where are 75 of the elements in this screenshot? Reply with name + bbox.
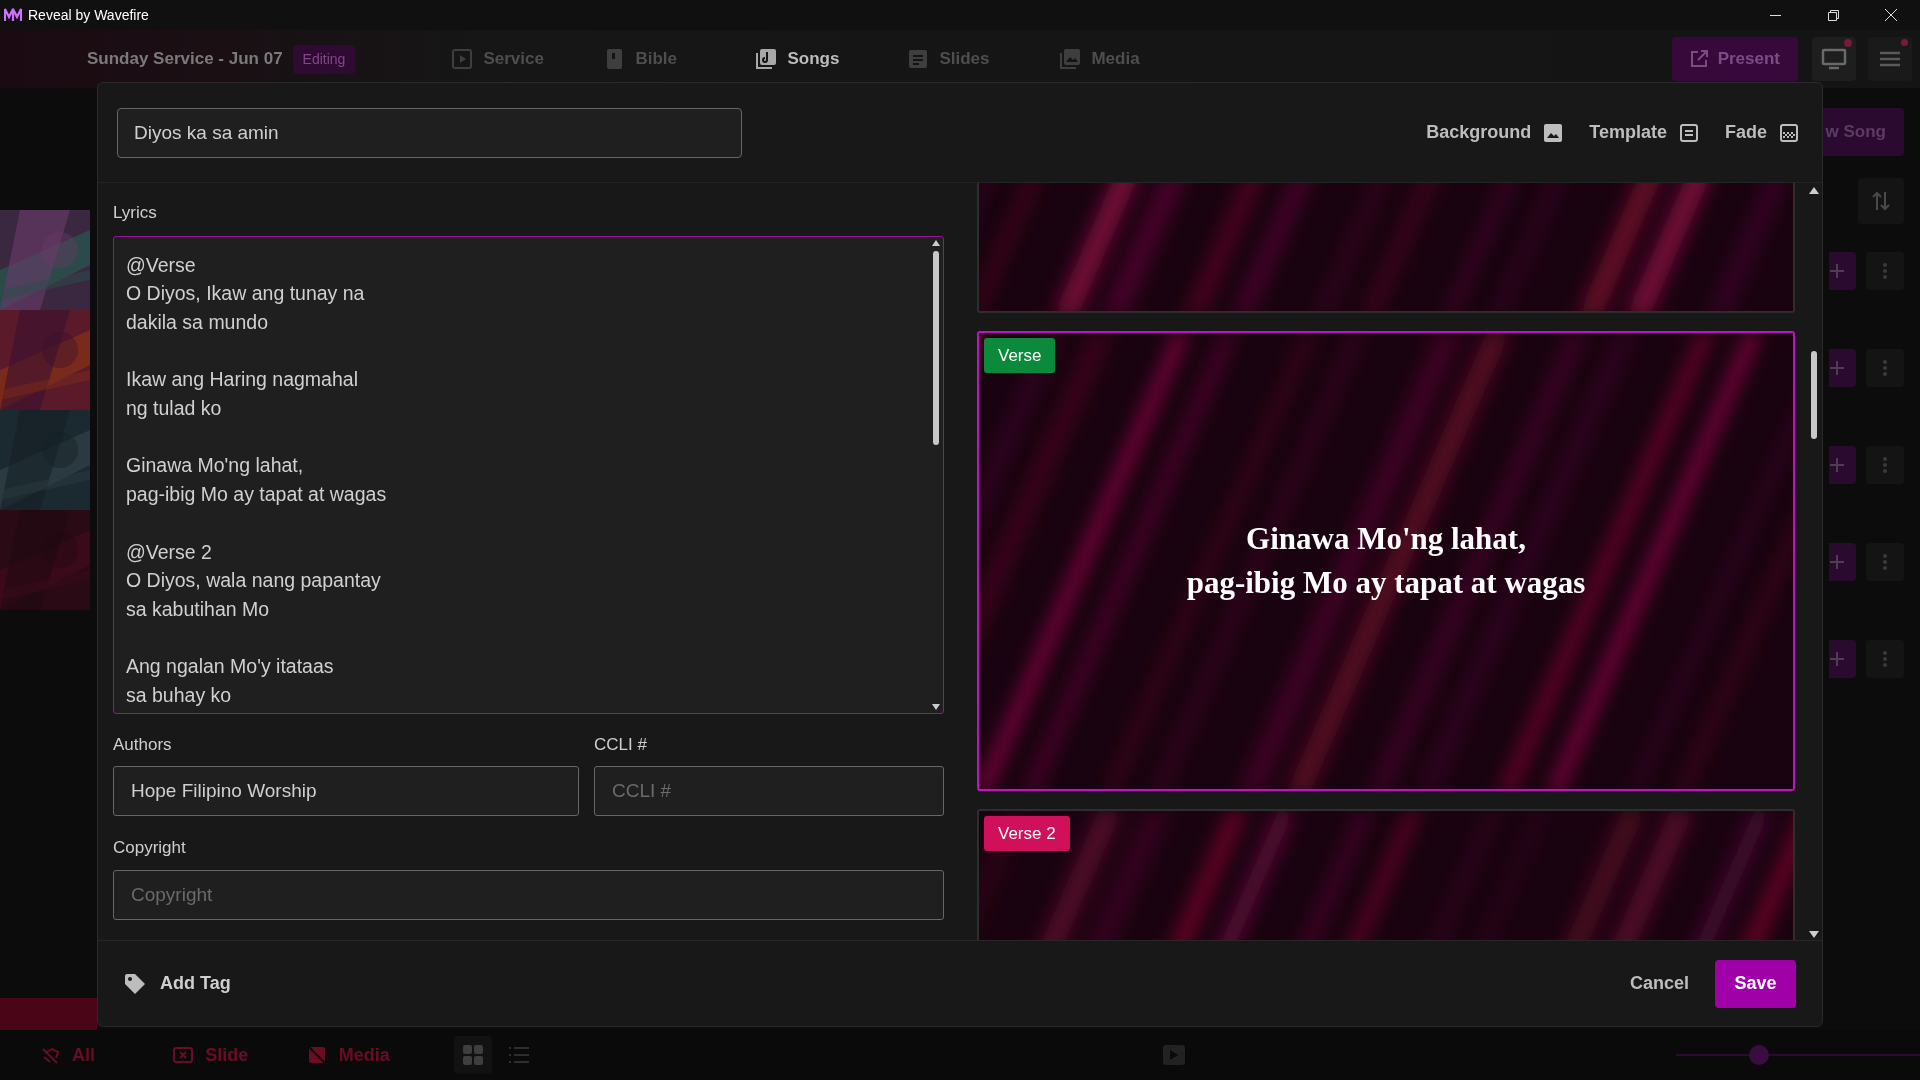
lyrics-field[interactable]: @Verse O Diyos, Ikaw ang tunay na dakila sa mundo Ikaw ang Haring nagmahal ng tulad ko Ginawa Mo'ng lahat, pag-ibig Mo ay tapat at wagas @Verse 2 O Diyos, wala nang papantay sa kabutihan Mo Ang ngalan Mo'y itataas sa buhay ko: [113, 235, 944, 714]
service-icon: [451, 48, 474, 70]
more-icon: [1883, 457, 1887, 473]
play-icon: [1170, 1050, 1178, 1060]
more-button[interactable]: [1866, 640, 1904, 678]
close-icon: [1885, 9, 1897, 21]
sort-icon: [1872, 190, 1890, 212]
more-button[interactable]: [1866, 543, 1904, 581]
window-title: Reveal by Wavefire: [28, 5, 149, 25]
image-icon: [1543, 122, 1564, 143]
slides-icon: [907, 48, 930, 70]
more-button[interactable]: [1866, 349, 1904, 387]
scroll-up-icon[interactable]: [1809, 187, 1819, 194]
slide-lyrics: Ginawa Mo'ng lahat, pag-ibig Mo ay tapat at wagas: [1186, 520, 1586, 602]
tag-icon: [124, 972, 146, 995]
template-icon: [1679, 122, 1699, 143]
menu-icon: [1879, 50, 1901, 68]
more-button[interactable]: [1866, 252, 1904, 290]
media-filter-icon: [306, 1045, 327, 1065]
menu-button[interactable]: [1868, 37, 1912, 81]
ccli-field[interactable]: CCLI #: [594, 766, 944, 816]
add-button[interactable]: [1829, 446, 1856, 484]
copyright-label: Copyright: [113, 837, 186, 859]
add-button[interactable]: [1829, 252, 1856, 290]
lyrics-label: Lyrics: [113, 202, 157, 224]
slide-preview[interactable]: Verse Ginawa Mo'ng lahat, pag-ibig Mo ay tapat at wagas: [977, 331, 1795, 791]
play-button[interactable]: [1163, 1045, 1185, 1065]
list-icon: [508, 1044, 530, 1066]
slide-label: Verse 2: [984, 816, 1070, 851]
grid-icon: [462, 1044, 484, 1066]
app-logo-icon: [4, 8, 22, 22]
add-button[interactable]: [1829, 349, 1856, 387]
grid-view-button[interactable]: [454, 1036, 492, 1074]
ccli-label: CCLI #: [594, 733, 647, 756]
song-title-field[interactable]: Diyos ka sa amin: [117, 107, 742, 158]
all-filter-icon: [40, 1045, 60, 1065]
slide-label: Verse: [984, 338, 1056, 373]
service-title: Sunday Service - Jun 07: [87, 48, 283, 71]
external-link-icon: [1689, 50, 1708, 68]
media-icon: [1059, 48, 1082, 70]
plus-icon: [1829, 360, 1845, 376]
plus-icon: [1829, 263, 1845, 279]
plus-icon: [1829, 651, 1845, 667]
more-icon: [1883, 360, 1887, 376]
sort-button[interactable]: [1858, 178, 1904, 224]
more-icon: [1883, 263, 1887, 279]
scroll-down-icon[interactable]: [1809, 931, 1819, 938]
more-icon: [1883, 651, 1887, 667]
authors-label: Authors: [113, 733, 172, 756]
nav-tab[interactable]: Songs: [739, 37, 876, 81]
add-tag-button[interactable]: Add Tag: [124, 970, 231, 997]
image-option-button[interactable]: Background: [1426, 119, 1564, 146]
authors-field[interactable]: Hope Filipino Worship: [113, 766, 579, 816]
display-button[interactable]: [1812, 37, 1856, 81]
cancel-button[interactable]: Cancel: [1619, 960, 1699, 1007]
monitor-icon: [1821, 48, 1847, 70]
scroll-down-icon[interactable]: [932, 703, 940, 710]
slide-filter-icon: [173, 1045, 194, 1065]
add-button[interactable]: [1829, 543, 1856, 581]
add-button[interactable]: [1829, 640, 1856, 678]
more-icon: [1883, 554, 1887, 570]
slider-thumb[interactable]: [1748, 1045, 1769, 1065]
editing-badge: Editing: [292, 44, 356, 74]
songs-icon: [755, 48, 778, 70]
restore-icon: [1827, 9, 1839, 21]
plus-icon: [1829, 554, 1845, 570]
copyright-field[interactable]: Copyright: [113, 869, 944, 920]
scroll-up-icon[interactable]: [932, 239, 940, 246]
fade-option-button[interactable]: Fade: [1725, 119, 1799, 146]
save-button[interactable]: Save: [1715, 959, 1796, 1008]
template-option-button[interactable]: Template: [1589, 119, 1699, 146]
checker-icon: [1779, 122, 1799, 143]
slide-preview[interactable]: Verse 2: [977, 809, 1795, 940]
more-button[interactable]: [1866, 446, 1904, 484]
plus-icon: [1829, 457, 1845, 473]
